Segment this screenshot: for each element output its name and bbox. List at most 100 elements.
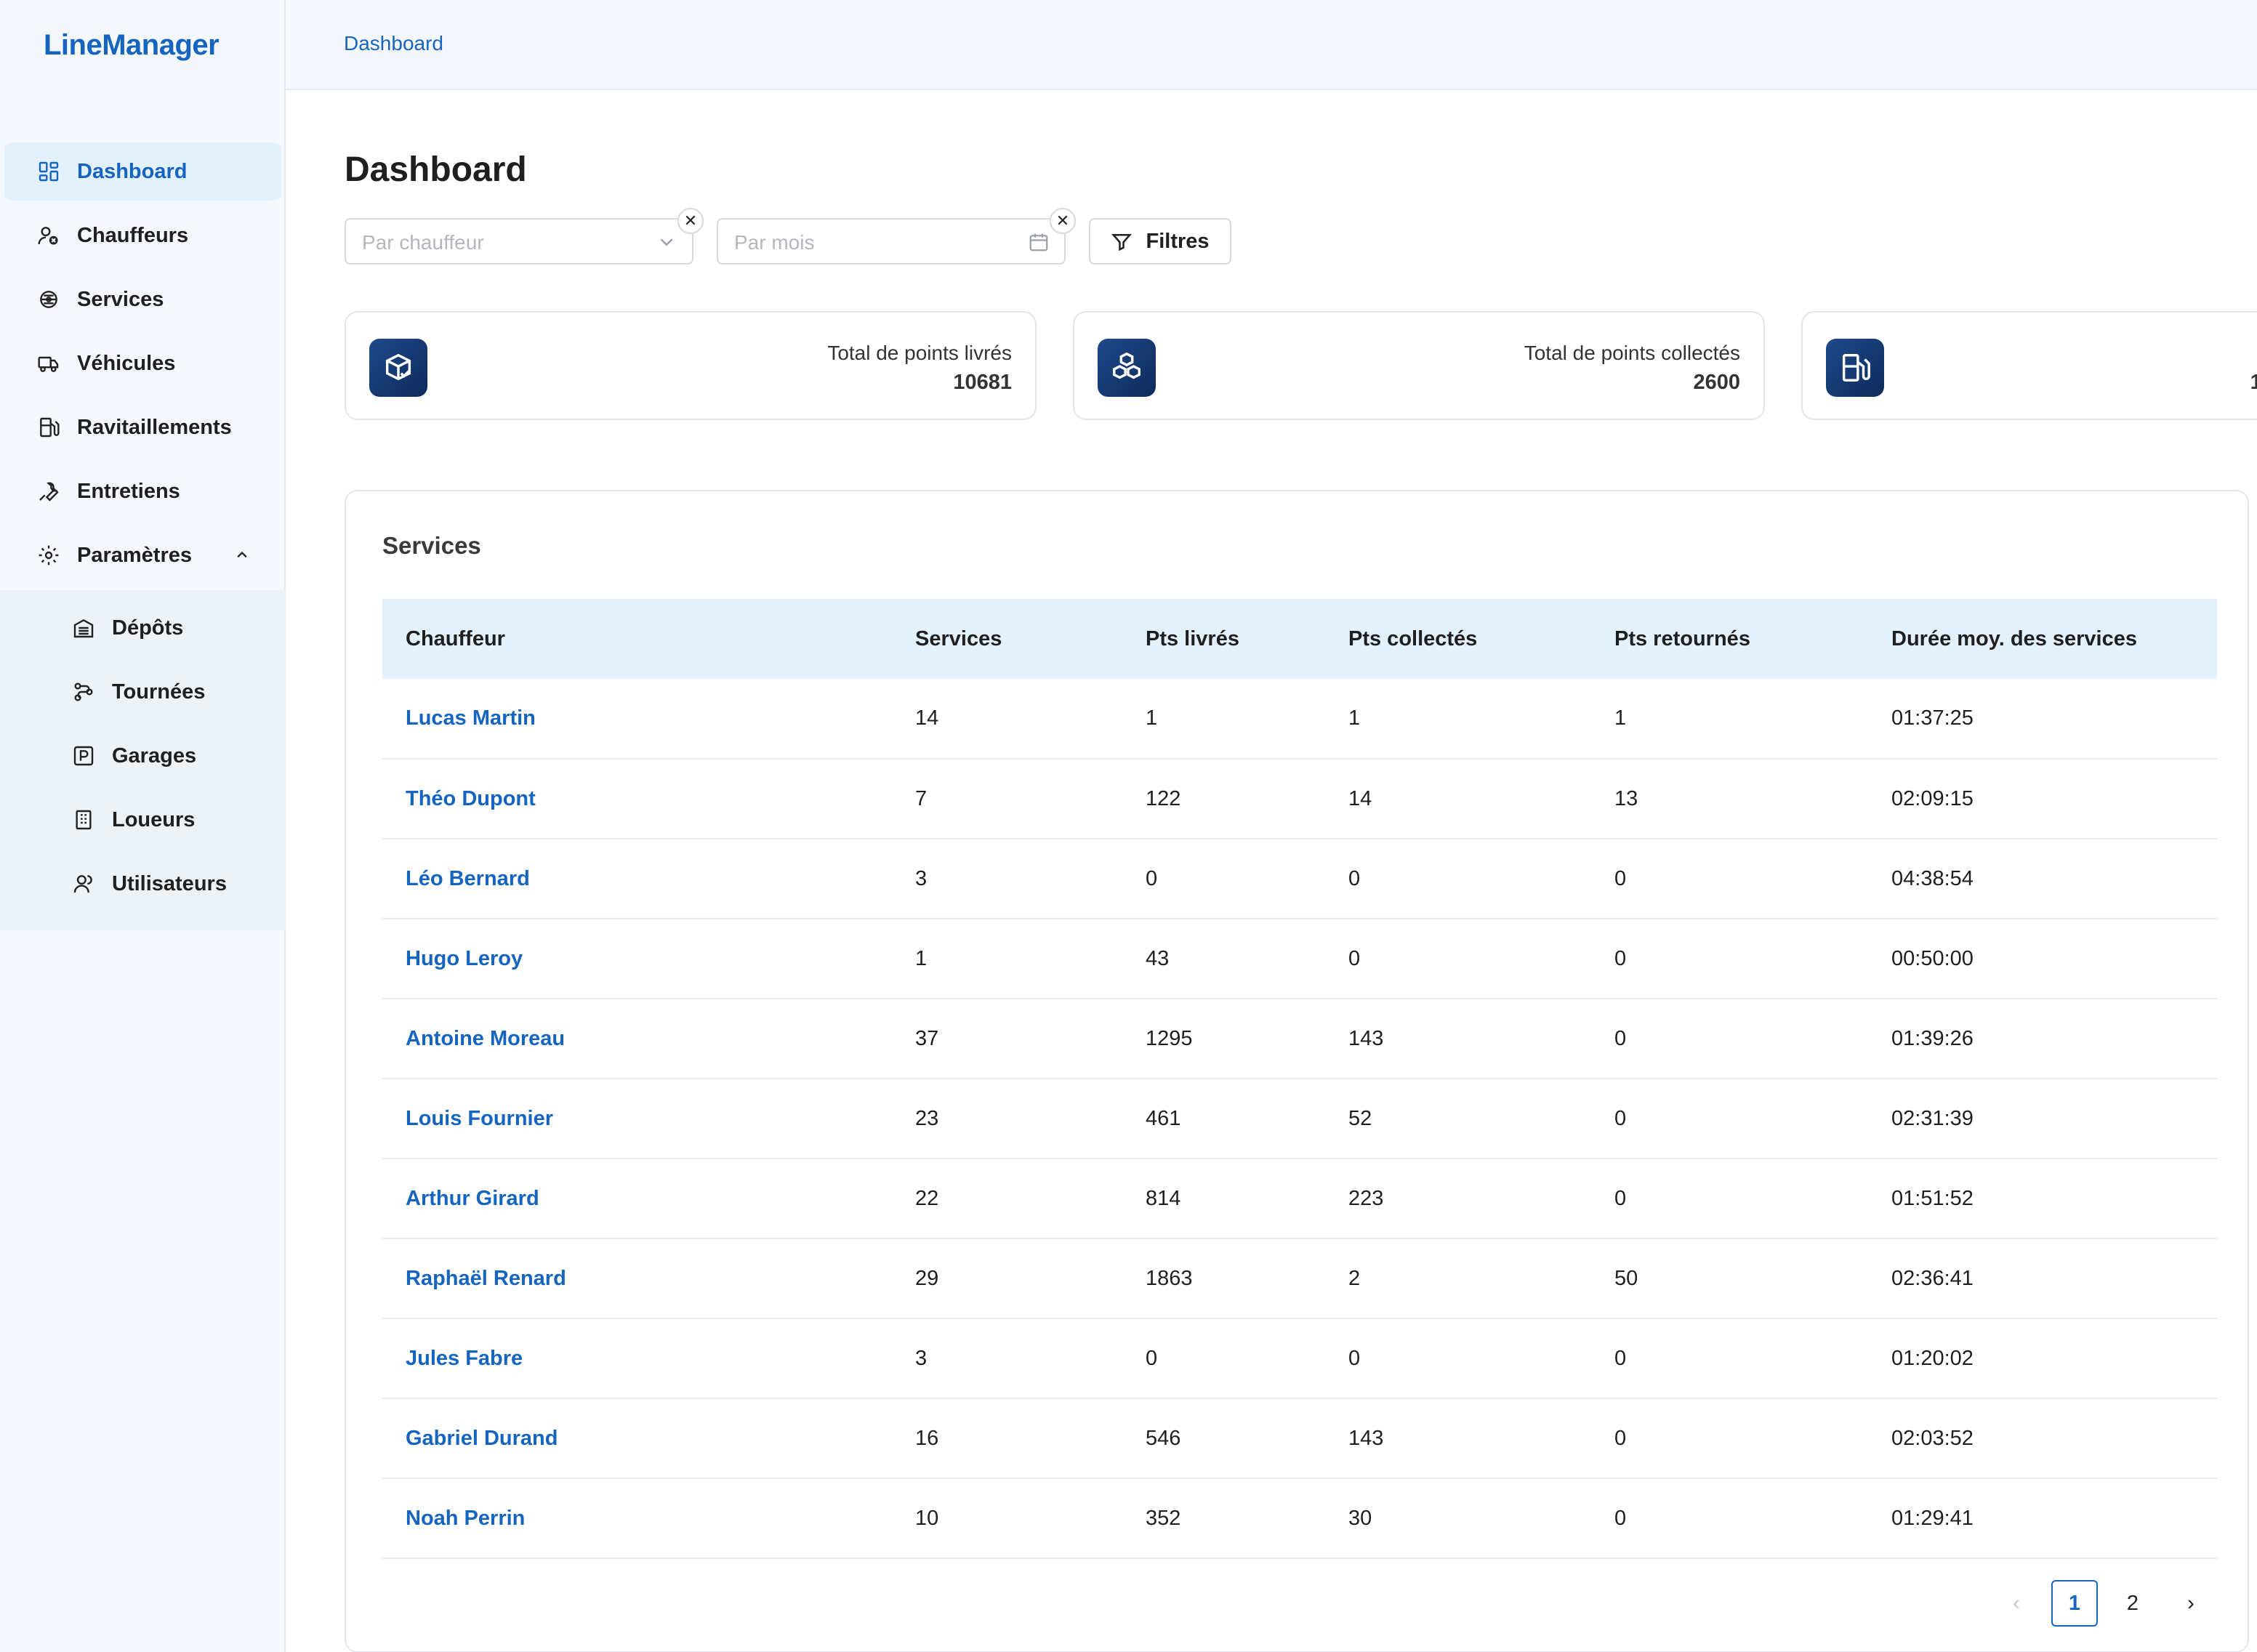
- table-cell: 14: [892, 679, 1122, 759]
- month-picker-placeholder: Par mois: [734, 231, 815, 254]
- column-header: Pts collectés: [1348, 626, 1478, 650]
- driver-select[interactable]: Par chauffeur ✕: [345, 208, 704, 265]
- table-header-row: Chauffeur Services Pts livrés Pts collec…: [382, 599, 2217, 679]
- depot-icon: [71, 616, 96, 640]
- filters-button-label: Filtres: [1146, 229, 1210, 253]
- driver-name-link[interactable]: Raphaël Renard: [382, 1238, 892, 1319]
- table-cell: 122: [1122, 759, 1325, 839]
- sidebar-item-label: Garages: [112, 744, 197, 767]
- sidebar-item-label: Dashboard: [77, 159, 188, 183]
- fuel-pump-icon: [1826, 339, 1884, 397]
- table-cell: 1863: [1122, 1238, 1325, 1319]
- driver-name-link[interactable]: Lucas Martin: [382, 679, 892, 759]
- table-cell: 143: [1325, 999, 1591, 1079]
- stat-card-fuel: 128: [1801, 311, 2257, 420]
- driver-name-link[interactable]: Théo Dupont: [382, 759, 892, 839]
- table-cell: 0: [1591, 999, 1868, 1079]
- driver-name-link[interactable]: Noah Perrin: [382, 1478, 892, 1559]
- pagination-prev-button[interactable]: ‹: [1993, 1580, 2040, 1627]
- driver-name-link[interactable]: Arthur Girard: [382, 1159, 892, 1239]
- table-row: Théo Dupont 7 122 14 13 02:09:15: [382, 759, 2217, 839]
- column-header: Chauffeur: [406, 626, 505, 650]
- table-cell: 23: [892, 1079, 1122, 1159]
- table-cell: 143: [1325, 1398, 1591, 1479]
- driver-name-link[interactable]: Hugo Leroy: [382, 919, 892, 999]
- table-cell: 0: [1591, 1318, 1868, 1399]
- column-header: Durée moy. des services: [1891, 626, 2137, 650]
- table-cell: 1: [892, 919, 1122, 999]
- pagination-page-2[interactable]: 2: [2109, 1580, 2156, 1627]
- table-cell: 546: [1122, 1398, 1325, 1479]
- parametres-submenu: Dépôts Tournées Garages Loueurs Utilisat…: [0, 590, 286, 930]
- driver-name-link[interactable]: Antoine Moreau: [382, 999, 892, 1079]
- services-table: Chauffeur Services Pts livrés Pts collec…: [382, 599, 2217, 1559]
- clear-driver-button[interactable]: ✕: [677, 208, 704, 234]
- table-cell: 0: [1591, 1398, 1868, 1479]
- table-cell: 0: [1122, 1318, 1325, 1399]
- sidebar-item-label: Paramètres: [77, 543, 192, 567]
- table-row: Noah Perrin 10 352 30 0 01:29:41: [382, 1478, 2217, 1559]
- table-row: Lucas Martin 14 1 1 1 01:37:25: [382, 679, 2217, 759]
- sidebar-item-dashboard[interactable]: Dashboard: [4, 142, 281, 201]
- sidebar-item-label: Entretiens: [77, 479, 180, 503]
- fuel-icon: [36, 415, 61, 440]
- column-header: Services: [915, 626, 1002, 650]
- table-cell: 352: [1122, 1478, 1325, 1559]
- sidebar-item-parametres[interactable]: Paramètres: [4, 526, 281, 584]
- filters-button[interactable]: Filtres: [1089, 218, 1231, 265]
- sidebar-item-utilisateurs[interactable]: Utilisateurs: [4, 855, 281, 913]
- pagination-next-button[interactable]: ›: [2168, 1580, 2214, 1627]
- dashboard-icon: [36, 159, 61, 184]
- boxes-icon: [1098, 339, 1156, 397]
- package-check-icon: [369, 339, 427, 397]
- chevron-down-icon: [660, 238, 673, 246]
- table-row: Gabriel Durand 16 546 143 0 02:03:52: [382, 1398, 2217, 1479]
- table-cell: 1295: [1122, 999, 1325, 1079]
- sidebar-item-depots[interactable]: Dépôts: [4, 599, 281, 657]
- garage-icon: [71, 744, 96, 768]
- sidebar-item-vehicules[interactable]: Véhicules: [4, 334, 281, 392]
- sidebar-item-loueurs[interactable]: Loueurs: [4, 791, 281, 849]
- top-bar: Dashboard: [286, 0, 2257, 90]
- filter-icon: [1111, 234, 1132, 251]
- table-cell: 01:20:02: [1868, 1318, 2217, 1399]
- table-cell: 0: [1325, 839, 1591, 919]
- driver-name-link[interactable]: Gabriel Durand: [382, 1398, 892, 1479]
- sidebar-item-services[interactable]: Services: [4, 270, 281, 329]
- chevron-up-icon[interactable]: [232, 545, 252, 565]
- stat-value: 10681: [953, 371, 1012, 394]
- table-cell: 52: [1325, 1079, 1591, 1159]
- table-cell: 0: [1122, 839, 1325, 919]
- clear-month-button[interactable]: ✕: [1050, 208, 1076, 234]
- services-panel-title: Services: [382, 532, 481, 559]
- route-icon: [71, 680, 96, 704]
- sidebar-item-chauffeurs[interactable]: Chauffeurs: [4, 206, 281, 265]
- stat-label: Total de points livrés: [827, 342, 1012, 364]
- sidebar-item-ravitaillements[interactable]: Ravitaillements: [4, 398, 281, 456]
- table-cell: 00:50:00: [1868, 919, 2217, 999]
- sidebar-item-label: Tournées: [112, 680, 206, 704]
- table-cell: 1: [1591, 679, 1868, 759]
- driver-name-link[interactable]: Louis Fournier: [382, 1079, 892, 1159]
- sidebar-nav: Dashboard Chauffeurs Services Véhicules …: [0, 142, 286, 930]
- breadcrumb[interactable]: Dashboard: [344, 32, 443, 55]
- table-cell: 461: [1122, 1079, 1325, 1159]
- sidebar-item-entretiens[interactable]: Entretiens: [4, 462, 281, 520]
- driver-name-link[interactable]: Jules Fabre: [382, 1318, 892, 1399]
- table-row: Antoine Moreau 37 1295 143 0 01:39:26: [382, 999, 2217, 1079]
- driver-name-link[interactable]: Léo Bernard: [382, 839, 892, 919]
- sidebar-item-label: Véhicules: [77, 351, 176, 375]
- table-cell: 1: [1122, 679, 1325, 759]
- sidebar-item-label: Services: [77, 287, 164, 311]
- truck-icon: [36, 351, 61, 376]
- table-cell: 2: [1325, 1238, 1591, 1319]
- table-cell: 01:37:25: [1868, 679, 2217, 759]
- table-cell: 814: [1122, 1159, 1325, 1239]
- app-logo[interactable]: LineManager: [44, 29, 220, 62]
- pagination-page-1[interactable]: 1: [2051, 1580, 2098, 1627]
- table-cell: 0: [1591, 839, 1868, 919]
- sidebar-item-tournees[interactable]: Tournées: [4, 663, 281, 721]
- column-header: Pts retournés: [1614, 626, 1750, 650]
- sidebar-item-garages[interactable]: Garages: [4, 727, 281, 785]
- month-picker[interactable]: Par mois ✕: [717, 208, 1076, 265]
